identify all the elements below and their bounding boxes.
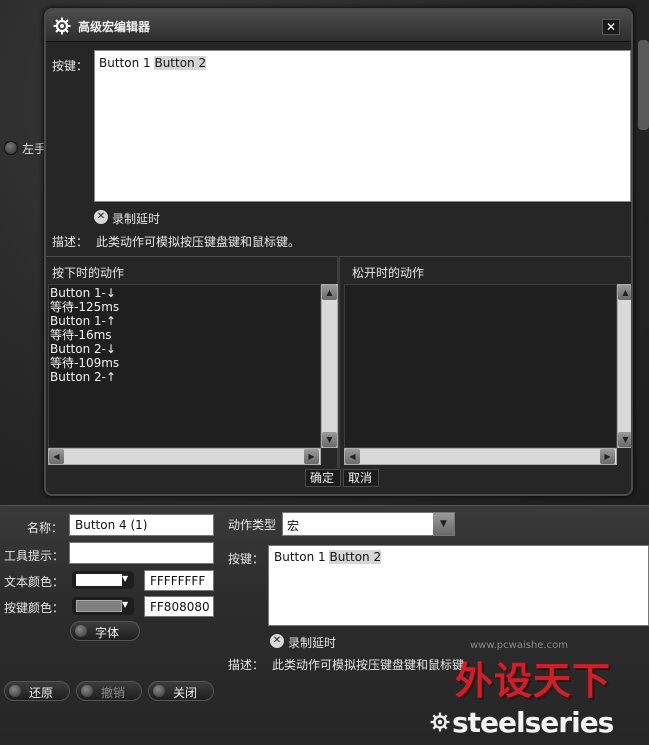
scroll-right-icon[interactable]: ▶ [304,449,319,464]
description-text: 此类动作可模拟按压键盘键和鼠标键。 [96,235,301,249]
background-scrollbar[interactable] [638,40,649,130]
description-text: 此类动作可模拟按压键盘键和鼠标键。 [272,658,477,672]
press-list-vertical-scrollbar[interactable] [321,284,338,448]
scroll-down-icon[interactable]: ▼ [322,432,337,447]
left-hand-label: 左手 [22,142,47,156]
release-actions-header: 松开时的动作 [352,266,425,280]
tooltip-label: 工具提示： [4,549,65,563]
scroll-left-icon[interactable]: ◀ [49,449,64,464]
scroll-up-icon[interactable]: ▲ [322,285,337,300]
description-label: 描述： [228,658,265,672]
press-actions-items: Button 1-↓ 等待-125ms Button 1-↑ 等待-16ms B… [50,286,310,384]
scroll-left-icon[interactable]: ◀ [345,449,360,464]
tooltip-input[interactable] [69,542,214,564]
watermark-logo: 外设天下 [455,659,612,703]
key-value-first: Button 1 [274,550,330,564]
action-type-label: 动作类型 [228,518,277,532]
list-item[interactable]: 等待-125ms [50,300,310,314]
advanced-macro-editor-dialog: 高级宏编辑器 ✕ 按键： Button 1 Button 2 ✕ 录制延时 描述… [44,8,633,496]
dialog-title: 高级宏编辑器 [78,20,151,34]
button-color-swatch [76,600,122,612]
key-recording-field[interactable]: Button 1 Button 2 [268,545,649,626]
key-label: 按键： [228,552,265,566]
list-item[interactable]: Button 1-↑ [50,314,310,328]
ok-button[interactable]: 确定 [305,469,341,487]
font-button-label: 字体 [95,626,120,640]
radio-dot-icon [75,625,87,637]
cancel-button[interactable]: 取消 [343,469,379,487]
key-value-selected: Button 2 [329,550,382,564]
restore-button[interactable]: 还原 [4,681,70,701]
close-icon[interactable]: ✕ [602,19,620,35]
list-item[interactable]: Button 1-↓ [50,286,310,300]
key-value-selected: Button 2 [154,56,207,70]
record-delay-label: 录制延时 [112,212,161,226]
button-color-hex-input[interactable]: FF808080 [144,596,214,617]
close-button[interactable]: 关闭 [148,681,214,701]
undo-button[interactable]: 撤销 [76,681,142,701]
left-hand-radio[interactable] [4,141,18,155]
text-color-hex-input[interactable]: FFFFFFFF [144,570,214,591]
list-item[interactable]: 等待-109ms [50,356,310,370]
chevron-down-icon[interactable]: ▼ [122,574,128,583]
list-item[interactable]: Button 2-↓ [50,342,310,356]
steelseries-brand: steelseries [452,706,614,739]
close-button-label: 关闭 [173,686,198,700]
font-button[interactable]: 字体 [70,621,140,641]
steelseries-logo-icon [53,17,71,35]
scroll-up-icon[interactable]: ▲ [618,285,631,300]
list-item[interactable]: 等待-16ms [50,328,310,342]
key-label: 按键： [52,59,89,73]
text-color-label: 文本颜色： [4,575,65,589]
record-delay-toggle-icon[interactable]: ✕ [94,210,108,224]
scroll-right-icon[interactable]: ▶ [600,449,615,464]
key-value-first: Button 1 [99,56,155,70]
description-label: 描述： [52,235,89,249]
radio-dot-icon [81,685,93,697]
button-color-label: 按键颜色： [4,601,65,615]
chevron-down-icon[interactable]: ▼ [433,513,454,535]
undo-button-label: 撤销 [101,686,126,700]
press-list-horizontal-scrollbar[interactable] [48,448,321,465]
release-list-vertical-scrollbar[interactable] [617,284,631,448]
release-actions-list[interactable] [344,284,617,448]
key-recording-field[interactable]: Button 1 Button 2 [94,50,631,202]
list-item[interactable]: Button 2-↑ [50,370,310,384]
radio-dot-icon [9,685,21,697]
release-list-horizontal-scrollbar[interactable] [344,448,617,465]
action-type-select[interactable]: 宏 [282,512,455,536]
name-input[interactable]: Button 4 (1) [69,514,214,536]
scroll-down-icon[interactable]: ▼ [618,432,631,447]
record-delay-toggle-icon[interactable]: ✕ [270,634,284,648]
steelseries-logo-icon [430,712,450,732]
press-actions-header: 按下时的动作 [52,266,125,280]
restore-button-label: 还原 [29,686,54,700]
name-label: 名称： [27,521,64,535]
chevron-down-icon[interactable]: ▼ [122,600,128,609]
dialog-titlebar[interactable]: 高级宏编辑器 ✕ [46,10,631,42]
text-color-swatch [76,574,122,586]
radio-dot-icon [153,685,165,697]
record-delay-label: 录制延时 [288,636,337,650]
